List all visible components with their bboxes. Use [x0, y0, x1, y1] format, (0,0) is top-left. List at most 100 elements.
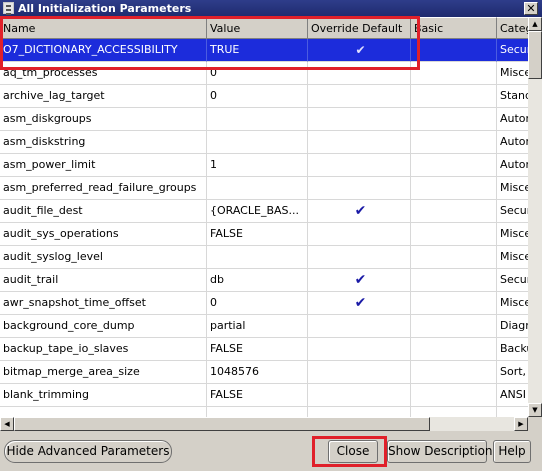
parameter-name-cell: audit_file_dest [0, 200, 207, 223]
basic-cell [411, 108, 497, 131]
column-header-value[interactable]: Value [207, 17, 308, 39]
horizontal-scroll-thumb[interactable] [14, 417, 430, 431]
button-bar: Hide Advanced Parameters Close Show Desc… [0, 431, 542, 471]
table-row[interactable]: asm_diskstring Automatic [0, 131, 528, 154]
basic-cell [411, 246, 497, 269]
override-default-cell [308, 246, 411, 269]
parameter-value-cell: FALSE [207, 338, 308, 361]
parameter-name-cell: aq_tm_processes [0, 62, 207, 85]
basic-cell [411, 223, 497, 246]
override-default-cell [308, 384, 411, 407]
override-default-cell [308, 407, 411, 417]
parameter-value-cell [207, 177, 308, 200]
column-header-name[interactable]: Name [0, 17, 207, 39]
override-default-cell [308, 361, 411, 384]
basic-cell [411, 407, 497, 417]
parameter-value-cell: FALSE [207, 384, 308, 407]
parameter-name-cell [0, 407, 207, 417]
category-cell: Automatic [497, 131, 528, 154]
parameter-value-cell: {ORACLE_BAS... [207, 200, 308, 223]
horizontal-scrollbar[interactable]: ◀ ▶ [0, 417, 528, 431]
override-default-cell [308, 108, 411, 131]
override-default-cell: ✔ [308, 269, 411, 292]
table-row[interactable]: blank_trimming FALSE ANSI [0, 384, 528, 407]
override-default-cell [308, 338, 411, 361]
category-cell: Security [497, 200, 528, 223]
category-cell: Diagnostics [497, 315, 528, 338]
category-cell: Security [497, 269, 528, 292]
table-row[interactable]: audit_syslog_level Miscellaneous [0, 246, 528, 269]
vertical-scroll-thumb[interactable] [528, 31, 542, 79]
parameter-name-cell: background_core_dump [0, 315, 207, 338]
table-row[interactable]: archive_lag_target0 Standby [0, 85, 528, 108]
table-row[interactable]: asm_diskgroups Automatic [0, 108, 528, 131]
parameter-name-cell: audit_trail [0, 269, 207, 292]
parameter-value-cell: partial [207, 315, 308, 338]
category-cell: Miscellaneous [497, 246, 528, 269]
category-cell: Automatic [497, 108, 528, 131]
parameter-name-cell: asm_preferred_read_failure_groups [0, 177, 207, 200]
checkmark-icon: ✔ [354, 272, 367, 288]
show-description-button[interactable]: Show Description [387, 440, 493, 463]
override-default-cell [308, 85, 411, 108]
parameters-table[interactable]: Name Value Override Default Basic Catego… [0, 17, 528, 417]
window-titlebar: All Initialization Parameters ✕ [0, 0, 542, 17]
category-cell: Backup [497, 338, 528, 361]
table-row[interactable]: audit_file_dest{ORACLE_BAS... ✔ Security [0, 200, 528, 223]
table-header: Name Value Override Default Basic Catego… [0, 17, 528, 39]
table-row[interactable]: O7_DICTIONARY_ACCESSIBILITYTRUE ✔ Security [0, 39, 528, 62]
basic-cell [411, 315, 497, 338]
basic-cell [411, 269, 497, 292]
parameter-value-cell [207, 108, 308, 131]
column-header-basic[interactable]: Basic [411, 17, 497, 39]
scroll-right-icon[interactable]: ▶ [514, 417, 528, 431]
parameter-value-cell [207, 407, 308, 417]
parameter-value-cell [207, 131, 308, 154]
override-default-cell [308, 223, 411, 246]
table-row[interactable]: backup_tape_io_slavesFALSE Backup [0, 338, 528, 361]
column-header-category[interactable]: Category [497, 17, 528, 39]
basic-cell [411, 62, 497, 85]
column-header-override-default[interactable]: Override Default [308, 17, 411, 39]
parameter-name-cell: asm_diskgroups [0, 108, 207, 131]
vertical-scrollbar[interactable]: ▲ ▼ [528, 17, 542, 417]
category-cell: Miscellaneous [497, 292, 528, 315]
table-row[interactable] [0, 407, 528, 417]
window-title: All Initialization Parameters [18, 2, 192, 15]
parameter-name-cell: blank_trimming [0, 384, 207, 407]
hide-advanced-parameters-button[interactable]: Hide Advanced Parameters [4, 440, 172, 463]
table-row[interactable]: aq_tm_processes0 Miscellaneous [0, 62, 528, 85]
parameter-name-cell: backup_tape_io_slaves [0, 338, 207, 361]
table-row[interactable]: awr_snapshot_time_offset0 ✔ Miscellaneous [0, 292, 528, 315]
override-default-cell [308, 315, 411, 338]
parameter-value-cell: TRUE [207, 39, 308, 62]
parameter-value-cell: db [207, 269, 308, 292]
parameter-value-cell: 0 [207, 85, 308, 108]
basic-cell [411, 85, 497, 108]
basic-cell [411, 154, 497, 177]
override-default-cell [308, 154, 411, 177]
table-row[interactable]: asm_power_limit1 Automatic [0, 154, 528, 177]
close-icon[interactable]: ✕ [524, 2, 538, 15]
category-cell: Miscellaneous [497, 177, 528, 200]
table-row[interactable]: audit_sys_operationsFALSE Miscellaneous [0, 223, 528, 246]
category-cell: ANSI [497, 384, 528, 407]
scroll-down-icon[interactable]: ▼ [528, 403, 542, 417]
table-row[interactable]: audit_traildb ✔ Security [0, 269, 528, 292]
close-button[interactable]: Close [328, 440, 378, 463]
category-cell: Automatic [497, 154, 528, 177]
table-row[interactable]: background_core_dumppartial Diagnostics [0, 315, 528, 338]
table-row[interactable]: bitmap_merge_area_size 1048576 Sort, [0, 361, 528, 384]
help-button[interactable]: Help [493, 440, 531, 463]
parameter-value-cell: 0 [207, 292, 308, 315]
override-default-cell [308, 62, 411, 85]
category-cell: Miscellaneous [497, 223, 528, 246]
basic-cell [411, 292, 497, 315]
category-cell: Standby [497, 85, 528, 108]
app-icon [3, 2, 14, 15]
scroll-left-icon[interactable]: ◀ [0, 417, 14, 431]
parameter-value-cell: 1048576 [207, 361, 308, 384]
parameter-name-cell: O7_DICTIONARY_ACCESSIBILITY [0, 39, 207, 62]
scroll-up-icon[interactable]: ▲ [528, 17, 542, 31]
table-row[interactable]: asm_preferred_read_failure_groups Miscell… [0, 177, 528, 200]
